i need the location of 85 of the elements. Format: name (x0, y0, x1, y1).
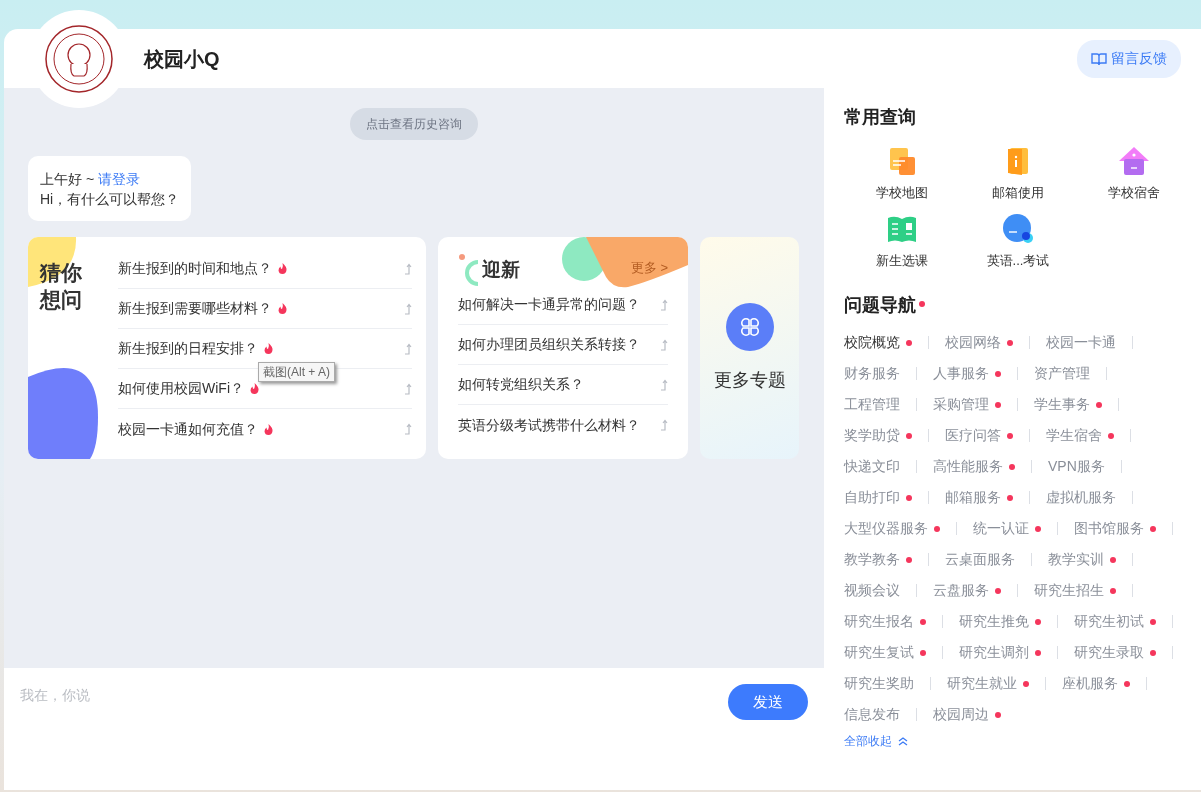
nav-item[interactable]: 大型仪器服务 (844, 518, 940, 539)
send-arrow-icon (660, 378, 668, 391)
more-link[interactable]: 更多 > (630, 258, 668, 278)
nav-item[interactable]: 邮箱服务 (945, 487, 1013, 508)
send-arrow-icon (660, 298, 668, 311)
nav-item[interactable]: 座机服务 (1062, 673, 1130, 694)
tooltip: 截图(Alt + A) (258, 362, 335, 382)
nav-item[interactable]: 信息发布 (844, 704, 900, 725)
app-title: 校园小Q (144, 46, 220, 72)
send-arrow-icon (404, 302, 412, 315)
nav-item[interactable]: 研究生录取 (1074, 642, 1156, 663)
section-title: 问题导航 (844, 294, 916, 317)
nav-item[interactable]: 校院概览 (844, 332, 912, 353)
message-input[interactable]: 我在，你说 (18, 684, 728, 707)
nav-item[interactable]: 人事服务 (933, 363, 1001, 384)
send-arrow-icon (404, 423, 412, 436)
nav-item[interactable]: 研究生招生 (1034, 580, 1116, 601)
ring-icon (458, 253, 480, 288)
card-title: 迎新 (482, 257, 520, 282)
send-arrow-icon (404, 342, 412, 355)
send-arrow-icon (404, 382, 412, 395)
quick-link[interactable]: 新生选课 (844, 212, 960, 270)
nav-item[interactable]: 研究生报名 (844, 611, 926, 632)
nav-item[interactable]: 图书馆服务 (1074, 518, 1156, 539)
greeting-text: 上午好 ~ (40, 171, 95, 187)
quick-link[interactable]: 学校宿舍 (1076, 145, 1192, 203)
question-link[interactable]: 新生报到的日程安排？ (118, 338, 258, 360)
nav-item[interactable]: 快递文印 (844, 456, 900, 477)
nav-item[interactable]: 医疗问答 (945, 425, 1013, 446)
house-icon (1118, 145, 1150, 177)
nav-item[interactable]: 学生宿舍 (1046, 425, 1114, 446)
question-link[interactable]: 如何转党组织关系？ (458, 374, 584, 396)
send-button[interactable]: 发送 (728, 684, 808, 720)
nav-item[interactable]: 教学教务 (844, 549, 912, 570)
section-title: 常用查询 (844, 106, 916, 129)
card-title: 猜你想问 (40, 260, 82, 314)
nav-item[interactable]: 自助打印 (844, 487, 912, 508)
question-link[interactable]: 如何办理团员组织关系转接？ (458, 334, 640, 356)
quick-link[interactable]: 邮箱使用 (960, 145, 1076, 203)
nav-item[interactable]: 采购管理 (933, 394, 1001, 415)
nav-item[interactable]: 研究生调剂 (959, 642, 1041, 663)
question-link[interactable]: 校园一卡通如何充值？ (118, 418, 258, 440)
nav-item[interactable]: 高性能服务 (933, 456, 1015, 477)
nav-item[interactable]: VPN服务 (1048, 456, 1105, 477)
nav-item[interactable]: 校园网络 (945, 332, 1013, 353)
nav-item[interactable]: 视频会议 (844, 580, 900, 601)
feedback-button[interactable]: 留言反馈 (1077, 39, 1181, 78)
nav-item[interactable]: 虚拟机服务 (1046, 487, 1116, 508)
greeting-text: Hi，有什么可以帮您？ (40, 189, 180, 209)
badge-icon (1002, 212, 1034, 245)
nav-item[interactable]: 学生事务 (1034, 394, 1102, 415)
nav-item[interactable]: 教学实训 (1048, 549, 1116, 570)
quick-link[interactable]: 学校地图 (844, 145, 960, 203)
topics-card[interactable]: 更多专题 (700, 237, 799, 460)
nav-item[interactable]: 研究生推免 (959, 611, 1041, 632)
question-link[interactable]: 新生报到需要哪些材料？ (118, 298, 272, 320)
question-link[interactable]: 英语分级考试携带什么材料？ (458, 414, 640, 436)
nav-item[interactable]: 研究生初试 (1074, 611, 1156, 632)
chevron-up-icon (898, 736, 908, 746)
book-icon (1091, 51, 1107, 66)
grid-icon (725, 302, 774, 351)
nav-item[interactable]: 研究生就业 (947, 673, 1029, 694)
collapse-link[interactable]: 全部收起 (844, 732, 908, 750)
history-button[interactable]: 点击查看历史咨询 (350, 108, 478, 140)
nav-item[interactable]: 校园周边 (933, 704, 1001, 725)
send-arrow-icon (404, 262, 412, 275)
send-arrow-icon (660, 338, 668, 351)
topics-label: 更多专题 (713, 368, 786, 392)
nav-item[interactable]: 研究生复试 (844, 642, 926, 663)
login-link[interactable]: 请登录 (98, 171, 141, 187)
quick-link[interactable]: 英语...考试 (960, 212, 1076, 270)
nav-item[interactable]: 工程管理 (844, 394, 900, 415)
question-link[interactable]: 如何使用校园WiFi？ (118, 378, 244, 400)
nav-item[interactable]: 研究生奖助 (844, 673, 914, 694)
question-link[interactable]: 如何解决一卡通异常的问题？ (458, 294, 640, 316)
nav-item[interactable]: 奖学助贷 (844, 425, 912, 446)
logo-icon (44, 24, 114, 94)
send-arrow-icon (660, 419, 668, 432)
question-link[interactable]: 新生报到的时间和地点？ (118, 258, 272, 280)
nav-item[interactable]: 统一认证 (973, 518, 1041, 539)
nav-item[interactable]: 资产管理 (1034, 363, 1090, 384)
nav-item[interactable]: 云桌面服务 (945, 549, 1015, 570)
nav-item[interactable]: 校园一卡通 (1046, 332, 1116, 353)
nav-item[interactable]: 云盘服务 (933, 580, 1001, 601)
nav-item[interactable]: 财务服务 (844, 363, 900, 384)
